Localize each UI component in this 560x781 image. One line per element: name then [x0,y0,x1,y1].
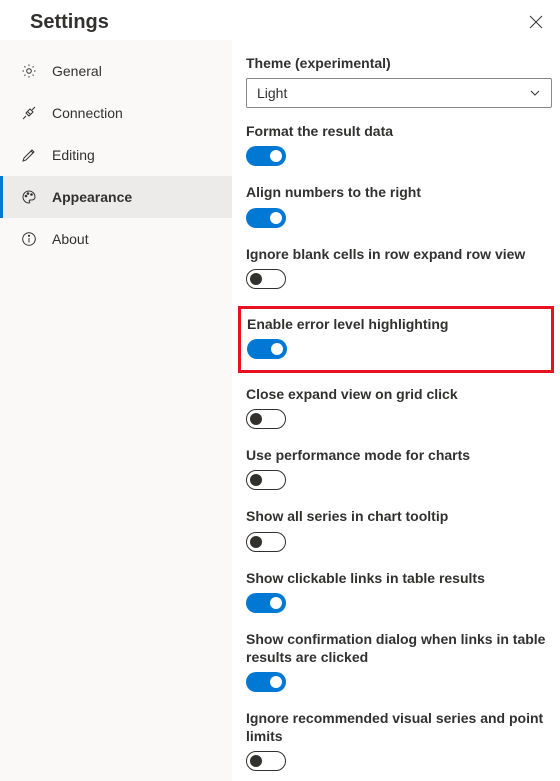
setting-all-series: Show all series in chart tooltip [246,507,552,554]
pencil-icon [20,146,38,164]
chevron-down-icon [529,87,541,99]
setting-label: Enable error level highlighting [247,315,545,333]
close-button[interactable] [524,10,548,34]
setting-align-numbers: Align numbers to the right [246,183,552,230]
sidebar-item-editing[interactable]: Editing [0,134,232,176]
sidebar-item-label: Connection [52,105,123,121]
settings-content: Theme (experimental) Light Format the re… [232,40,560,781]
setting-perf-mode: Use performance mode for charts [246,446,552,493]
theme-select[interactable]: Light [246,78,552,108]
toggle-ignore-blank[interactable] [246,269,286,289]
toggle-close-expand[interactable] [246,409,286,429]
setting-label: Ignore blank cells in row expand row vie… [246,245,552,263]
setting-label: Close expand view on grid click [246,385,552,403]
toggle-confirm-links[interactable] [246,672,286,692]
toggle-clickable-links[interactable] [246,593,286,613]
gear-icon [20,62,38,80]
sidebar-item-label: Appearance [52,189,132,205]
setting-label: Show clickable links in table results [246,569,552,587]
palette-icon [20,188,38,206]
toggle-align-numbers[interactable] [246,208,286,228]
setting-clickable-links: Show clickable links in table results [246,569,552,616]
sidebar-item-about[interactable]: About [0,218,232,260]
sidebar-item-label: Editing [52,147,95,163]
setting-error-highlight: Enable error level highlighting [247,315,545,362]
setting-close-expand: Close expand view on grid click [246,385,552,432]
plug-icon [20,104,38,122]
settings-header: Settings [0,0,560,40]
setting-ignore-blank: Ignore blank cells in row expand row vie… [246,245,552,292]
setting-label: Theme (experimental) [246,54,552,72]
sidebar-item-appearance[interactable]: Appearance [0,176,232,218]
select-value: Light [257,85,287,101]
setting-format-result: Format the result data [246,122,552,169]
toggle-format-result[interactable] [246,146,286,166]
setting-label: Align numbers to the right [246,183,552,201]
setting-label: Use performance mode for charts [246,446,552,464]
highlighted-setting: Enable error level highlighting [238,306,554,373]
sidebar-item-label: About [52,231,89,247]
toggle-error-highlight[interactable] [247,339,287,359]
toggle-all-series[interactable] [246,532,286,552]
sidebar-item-general[interactable]: General [0,50,232,92]
setting-label: Ignore recommended visual series and poi… [246,709,552,745]
setting-confirm-links: Show confirmation dialog when links in t… [246,630,552,695]
page-title: Settings [30,11,109,34]
setting-theme: Theme (experimental) Light [246,54,552,108]
settings-sidebar: General Connection Editing Appearance [0,40,232,781]
setting-label: Format the result data [246,122,552,140]
toggle-perf-mode[interactable] [246,470,286,490]
setting-ignore-limits: Ignore recommended visual series and poi… [246,709,552,774]
setting-label: Show confirmation dialog when links in t… [246,630,552,666]
toggle-ignore-limits[interactable] [246,751,286,771]
close-icon [529,15,543,29]
info-icon [20,230,38,248]
sidebar-item-connection[interactable]: Connection [0,92,232,134]
setting-label: Show all series in chart tooltip [246,507,552,525]
sidebar-item-label: General [52,63,102,79]
